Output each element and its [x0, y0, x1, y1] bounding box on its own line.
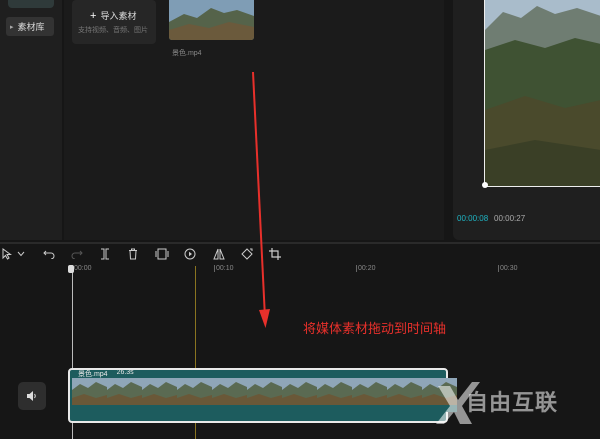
media-thumbnail-name: 景色.mp4 [172, 50, 202, 57]
delete-icon[interactable] [126, 246, 140, 262]
clip-frame [107, 378, 142, 412]
import-media-label: + 导入素材 [90, 9, 137, 22]
ruler-tick [356, 265, 357, 272]
ruler-label: 00:30 [500, 265, 518, 272]
chevron-down-icon[interactable] [15, 246, 27, 262]
drag-arrow-annotation [252, 71, 270, 328]
sidebar-tab-top[interactable] [8, 0, 54, 8]
redo-icon [70, 246, 84, 262]
mirror-icon[interactable] [212, 246, 226, 262]
clip-frame [177, 378, 212, 412]
sidebar-item-label: 素材库 [17, 22, 45, 32]
sidebar [0, 0, 62, 240]
undo-icon[interactable] [42, 246, 56, 262]
clip-frame [317, 378, 352, 412]
clip-frame [72, 378, 107, 412]
ruler-tick [214, 265, 215, 272]
import-media-button[interactable] [72, 0, 156, 44]
clip-frame [247, 378, 282, 412]
sidebar-item-library[interactable]: ▸ 素材库 [6, 17, 54, 36]
plus-icon: + [90, 9, 97, 22]
total-time: 00:00:27 [494, 214, 526, 223]
speaker-icon [27, 391, 36, 401]
watermark-text: 自由互联 [466, 390, 559, 415]
annotation-text: 将媒体素材拖动到时间轴 [303, 321, 447, 336]
play-icon[interactable] [183, 246, 197, 262]
chevron-right-icon: ▸ [10, 23, 14, 31]
freeze-icon[interactable] [154, 246, 170, 262]
preview-video[interactable] [484, 0, 600, 187]
clip-frame [352, 378, 387, 412]
clip-frame [387, 378, 422, 412]
ruler-label: 00:20 [358, 265, 376, 272]
current-time: 00:00:08 [457, 214, 489, 223]
playhead-handle[interactable] [68, 265, 74, 273]
ruler-label: 00:00 [74, 265, 92, 272]
ruler-label: 00:10 [216, 265, 234, 272]
resize-handle[interactable] [482, 182, 488, 188]
import-hint: 支持视频、音频、图片 [78, 27, 148, 34]
track-audio-button[interactable] [18, 382, 46, 410]
cursor-icon[interactable] [0, 246, 14, 262]
clip-frame [212, 378, 247, 412]
split-icon[interactable] [98, 246, 112, 262]
ruler-tick [498, 265, 499, 272]
clip-frame [282, 378, 317, 412]
clip-frame [142, 378, 177, 412]
media-thumbnail[interactable] [169, 0, 254, 40]
